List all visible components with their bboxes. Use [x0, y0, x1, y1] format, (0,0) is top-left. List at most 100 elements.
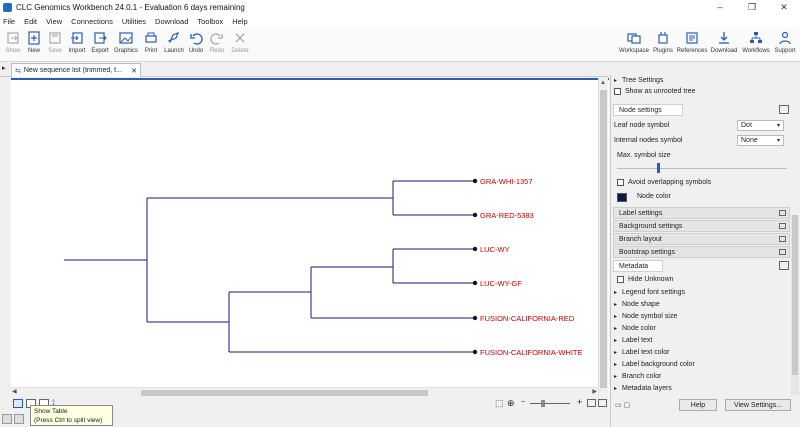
close-window-button[interactable]: ✕: [768, 0, 800, 15]
leaf-node-dot[interactable]: [472, 212, 478, 218]
metadata-item-legend-font[interactable]: ▸ Legend font settings: [614, 289, 798, 296]
expand-icon: ▸: [614, 362, 618, 368]
background-settings-section[interactable]: Background settings: [613, 220, 790, 232]
export-button[interactable]: Export: [87, 29, 113, 60]
plugins-button[interactable]: Plugins: [650, 29, 676, 60]
leaf-label[interactable]: LUC-WY: [480, 245, 510, 254]
metadata-item-branch-color[interactable]: ▸ Branch color: [614, 373, 798, 380]
metadata-item-node-color[interactable]: ▸ Node color: [614, 325, 798, 332]
zoom-slider[interactable]: [530, 403, 570, 404]
vertical-scrollbar[interactable]: ▲: [598, 78, 608, 398]
branch-layout-section[interactable]: Branch layout: [613, 233, 790, 245]
checkbox-icon[interactable]: [614, 88, 621, 95]
label-settings-section[interactable]: Label settings: [613, 207, 790, 219]
menu-view[interactable]: View: [46, 17, 62, 26]
scroll-right-icon[interactable]: ▶: [592, 388, 597, 395]
node-settings-tab[interactable]: Node settings: [613, 104, 683, 116]
menu-edit[interactable]: Edit: [24, 17, 37, 26]
show-unrooted-checkbox[interactable]: Show as unrooted tree: [614, 88, 798, 95]
menu-connections[interactable]: Connections: [71, 17, 113, 26]
select-tool-icon[interactable]: ⬚: [495, 398, 504, 409]
export-icon: [92, 29, 108, 46]
references-button[interactable]: References: [677, 29, 707, 60]
checkbox-icon[interactable]: [617, 179, 624, 186]
leaf-node-symbol-select[interactable]: Dot ▾: [737, 120, 784, 131]
leaf-node-dot[interactable]: [472, 315, 478, 321]
maximize-button[interactable]: ❐: [736, 0, 768, 15]
horizontal-scroll-thumb[interactable]: [141, 390, 428, 396]
restore-icon[interactable]: [779, 223, 786, 229]
metadata-item-node-symbol-size[interactable]: ▸ Node symbol size: [614, 313, 798, 320]
zoom-slider-handle[interactable]: [541, 400, 545, 407]
workflows-icon: [748, 29, 764, 46]
workflows-button[interactable]: Workflows: [742, 29, 770, 60]
support-button[interactable]: Support: [772, 29, 798, 60]
metadata-item-metadata-layers[interactable]: ▸ Metadata layers: [614, 385, 798, 392]
side-panel-scrollbar[interactable]: [791, 215, 799, 395]
leaf-node-dot[interactable]: [472, 349, 478, 355]
leaf-label[interactable]: FUSION-CALIFORNIA-RED: [480, 314, 575, 323]
help-button[interactable]: Help: [679, 399, 717, 411]
menu-download[interactable]: Download: [155, 17, 188, 26]
zoom-out-icon[interactable]: −: [521, 399, 525, 406]
menu-file[interactable]: File: [3, 17, 15, 26]
horizontal-scrollbar[interactable]: ◀ ▶: [11, 387, 598, 397]
graphics-button[interactable]: Graphics: [113, 29, 139, 60]
menu-utilities[interactable]: Utilities: [122, 17, 146, 26]
fit-page-icon[interactable]: [598, 399, 607, 407]
zoom-plus-icon[interactable]: +: [577, 397, 582, 407]
restore-icon[interactable]: [779, 249, 786, 255]
leaf-label[interactable]: GRA-RED-5383: [480, 211, 534, 220]
restore-icon[interactable]: [779, 236, 786, 242]
metadata-item-label-text[interactable]: ▸ Label text: [614, 337, 798, 344]
leaf-label[interactable]: GRA-WHI-1357: [480, 177, 533, 186]
tree-branches: [64, 180, 475, 353]
metadata-tab[interactable]: Metadata: [613, 260, 663, 272]
hide-unknown-checkbox[interactable]: Hide Unknown: [617, 276, 800, 283]
internal-nodes-symbol-select[interactable]: None ▾: [737, 135, 784, 146]
show-icon: [5, 29, 21, 46]
leaf-node-dot[interactable]: [472, 280, 478, 286]
metadata-item-node-shape[interactable]: ▸ Node shape: [614, 301, 798, 308]
collapse-left-icon[interactable]: ▸: [2, 64, 6, 72]
menu-help[interactable]: Help: [232, 17, 247, 26]
metadata-item-label-background-color[interactable]: ▸ Label background color: [614, 361, 798, 368]
restore-icon[interactable]: [779, 105, 789, 114]
leaf-label[interactable]: LUC-WY-GF: [480, 279, 522, 288]
metadata-item-label-text-color[interactable]: ▸ Label text color: [614, 349, 798, 356]
scroll-left-icon[interactable]: ◀: [12, 388, 17, 395]
status-left-icon[interactable]: [2, 414, 12, 424]
workspace-button[interactable]: Workspace: [619, 29, 649, 60]
tree-view-canvas[interactable]: GRA-WHI-1357 GRA-RED-5383 LUC-WY LUC-WY-…: [11, 78, 609, 398]
download-button[interactable]: Download: [711, 29, 737, 60]
restore-icon[interactable]: [779, 261, 789, 270]
fit-width-icon[interactable]: [587, 399, 596, 407]
panel-collapse-icon[interactable]: ▭ ▢: [615, 401, 630, 409]
app-logo-icon: [3, 3, 12, 12]
leaf-node-dot[interactable]: [472, 178, 478, 184]
leaf-node-dot[interactable]: [472, 246, 478, 252]
node-color-swatch[interactable]: [617, 193, 627, 202]
delete-button[interactable]: Delete: [227, 29, 253, 60]
avoid-overlapping-checkbox[interactable]: Avoid overlapping symbols: [617, 179, 800, 186]
symbol-size-slider[interactable]: [617, 168, 787, 169]
tree-settings-header[interactable]: ▸ Tree Settings: [614, 77, 798, 84]
bootstrap-settings-section[interactable]: Bootstrap settings: [613, 246, 790, 258]
tab-sequence-list[interactable]: ⇆ New sequence list (trimmed, t... ✕: [11, 63, 141, 77]
leaf-label[interactable]: FUSION-CALIFORNIA-WHITE: [480, 348, 583, 357]
status-left-icon-2[interactable]: [14, 414, 24, 424]
view-settings-button[interactable]: View Settings...: [725, 399, 791, 411]
leaf-labels: GRA-WHI-1357 GRA-RED-5383 LUC-WY LUC-WY-…: [480, 177, 583, 357]
symbol-size-slider-handle[interactable]: [657, 163, 660, 173]
restore-icon[interactable]: [779, 210, 786, 216]
scroll-up-icon[interactable]: ▲: [600, 80, 606, 86]
tab-close-button[interactable]: ✕: [130, 67, 138, 75]
zoom-in-tool-icon[interactable]: ⊕: [507, 398, 515, 409]
menu-toolbox[interactable]: Toolbox: [197, 17, 223, 26]
tree-view-toggle-icon[interactable]: [13, 399, 23, 408]
delete-icon: [232, 29, 248, 46]
vertical-scroll-thumb[interactable]: [600, 90, 607, 388]
side-panel-scroll-thumb[interactable]: [792, 215, 798, 375]
checkbox-icon[interactable]: [617, 276, 624, 283]
minimize-button[interactable]: –: [704, 0, 736, 15]
